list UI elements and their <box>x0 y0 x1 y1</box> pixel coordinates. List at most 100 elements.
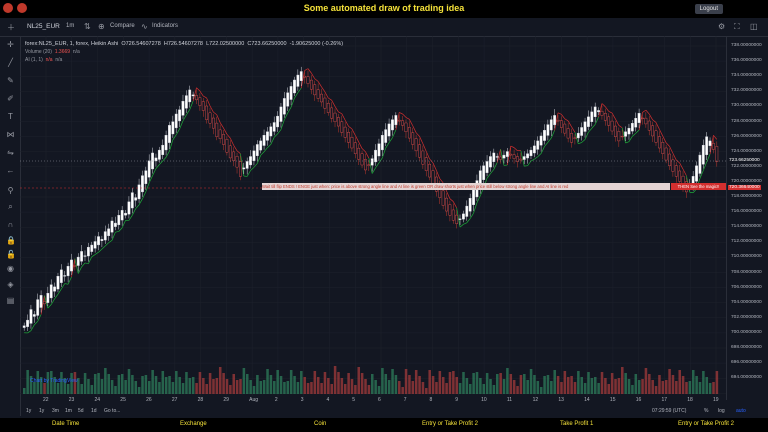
logout-button[interactable]: Logout <box>694 4 723 14</box>
time-axis[interactable]: 22 23 24 25 26 27 28 29 Aug 2 3 4 5 6 7 8 9 10 11 12 13 14 15 1… <box>20 396 726 406</box>
crosshair-icon[interactable]: ✛ <box>6 40 15 49</box>
candle <box>144 170 148 184</box>
prediction-icon[interactable]: ⇋ <box>6 148 15 157</box>
trendline-icon[interactable]: ╱ <box>6 58 15 67</box>
trading-idea-note: Wait till flip ENDS ! ENGE just when: pr… <box>262 183 670 190</box>
timeframe-button[interactable]: 1m <box>66 23 74 29</box>
volume-bar <box>654 386 658 394</box>
tradingview-watermark[interactable]: Chart by TradingView <box>30 378 78 384</box>
ai-line-segment <box>581 139 586 143</box>
candle <box>414 138 418 152</box>
candle <box>367 164 371 166</box>
price-tick-label: 714.00000000 <box>731 224 762 230</box>
candle <box>141 175 144 193</box>
text-icon[interactable]: T <box>6 112 15 121</box>
volume-bar <box>411 381 415 394</box>
volume-bar <box>232 374 236 394</box>
ai-line-segment <box>162 157 167 162</box>
alert-price-label: 720.36640000 <box>728 185 761 190</box>
candle <box>532 145 536 154</box>
compare-button[interactable]: Compare <box>110 23 135 29</box>
volume-bar <box>252 386 256 394</box>
volume-bar <box>158 382 161 394</box>
price-chart[interactable] <box>20 36 726 400</box>
range-button[interactable]: 1m <box>65 408 72 414</box>
volume-indicator-label[interactable]: Volume (20) <box>25 49 52 55</box>
add-icon[interactable]: ＋ <box>7 22 15 33</box>
candle <box>705 136 709 155</box>
candle <box>32 314 36 317</box>
candle <box>587 116 590 127</box>
volume-bar <box>66 384 70 394</box>
ai-line-segment <box>385 142 390 149</box>
fullscreen-icon[interactable]: ⛶ <box>734 22 740 32</box>
pen-icon[interactable]: ✐ <box>6 94 15 103</box>
volume-bar <box>117 375 121 394</box>
volume-bar <box>627 379 631 394</box>
volume-bar <box>691 370 695 394</box>
range-button[interactable]: 1y <box>26 408 31 414</box>
eye-icon[interactable]: ◉ <box>6 264 15 273</box>
range-button[interactable]: 5d <box>78 408 84 414</box>
candle <box>536 140 540 150</box>
volume-bar <box>80 384 83 394</box>
volume-bar <box>148 381 151 394</box>
settings-icon[interactable]: ⚙ <box>718 22 725 31</box>
candle <box>445 197 448 212</box>
magnet-icon[interactable]: ∩ <box>6 220 15 229</box>
volume-bar <box>262 380 266 394</box>
pattern-icon[interactable]: ⋈ <box>6 130 15 139</box>
candle <box>603 113 607 121</box>
volume-bar <box>343 384 347 394</box>
measure-icon[interactable]: ⚲ <box>6 186 15 195</box>
volume-bar <box>631 385 634 394</box>
layers-icon[interactable]: ◈ <box>6 280 15 289</box>
range-button[interactable]: 1d <box>91 408 97 414</box>
candle <box>512 154 516 159</box>
candle <box>347 132 350 143</box>
log-toggle[interactable]: log <box>718 408 725 414</box>
indicators-button[interactable]: Indicators <box>152 23 178 29</box>
signal-table-header: Date Time Exchange Coin Entry or Take Profi… <box>0 418 768 432</box>
candle <box>637 113 641 123</box>
percent-toggle[interactable]: % <box>704 408 708 414</box>
volume-bar <box>610 373 614 394</box>
indicators-icon[interactable]: ∿ <box>141 22 148 31</box>
candle <box>657 136 661 149</box>
brush-icon[interactable]: ✎ <box>6 76 15 85</box>
time-tick-label: 24 <box>94 397 101 403</box>
ai-line-segment <box>378 157 383 164</box>
ai-line-segment <box>672 153 677 161</box>
footer-column-header: Exchange <box>180 421 207 427</box>
ai-line-segment <box>47 304 52 309</box>
chart-style-icon[interactable]: ⇅ <box>84 22 91 31</box>
ai-indicator-label[interactable]: AI (1, 1) <box>25 57 43 63</box>
compare-icon[interactable]: ⊕ <box>98 22 105 31</box>
symbol-search[interactable]: NL25_EUR <box>27 23 60 30</box>
ai-line-segment <box>138 198 143 206</box>
range-button[interactable]: 3m <box>52 408 59 414</box>
candle <box>181 101 185 116</box>
volume-bar <box>212 379 215 394</box>
candle <box>522 156 526 160</box>
auto-toggle[interactable]: auto <box>736 408 746 414</box>
back-icon[interactable]: ← <box>6 166 15 175</box>
ai-value: n/a <box>45 57 53 63</box>
ai-line-segment <box>57 288 62 295</box>
unlock-icon[interactable]: 🔓 <box>6 250 16 259</box>
screenshot-icon[interactable]: ◫ <box>750 22 758 31</box>
candle <box>563 123 567 134</box>
zoom-icon[interactable]: ⌕ <box>6 202 15 212</box>
ai-line-segment <box>713 135 718 140</box>
volume-bar <box>593 377 597 394</box>
range-button[interactable]: Go to... <box>104 408 120 414</box>
ai-line-segment <box>179 120 184 130</box>
candle <box>252 150 256 161</box>
candle <box>103 231 107 241</box>
range-button[interactable]: 1y <box>39 408 44 414</box>
candle <box>377 143 381 157</box>
lock-icon[interactable]: 🔒 <box>6 236 16 245</box>
legend-title[interactable]: forex:NL25_EUR, 1, forex, Heikin Ashi <box>25 41 118 47</box>
trash-icon[interactable]: ▤ <box>6 296 15 305</box>
price-axis[interactable]: 694.00000000 696.00000000 698.00000000 700.… <box>726 36 768 400</box>
